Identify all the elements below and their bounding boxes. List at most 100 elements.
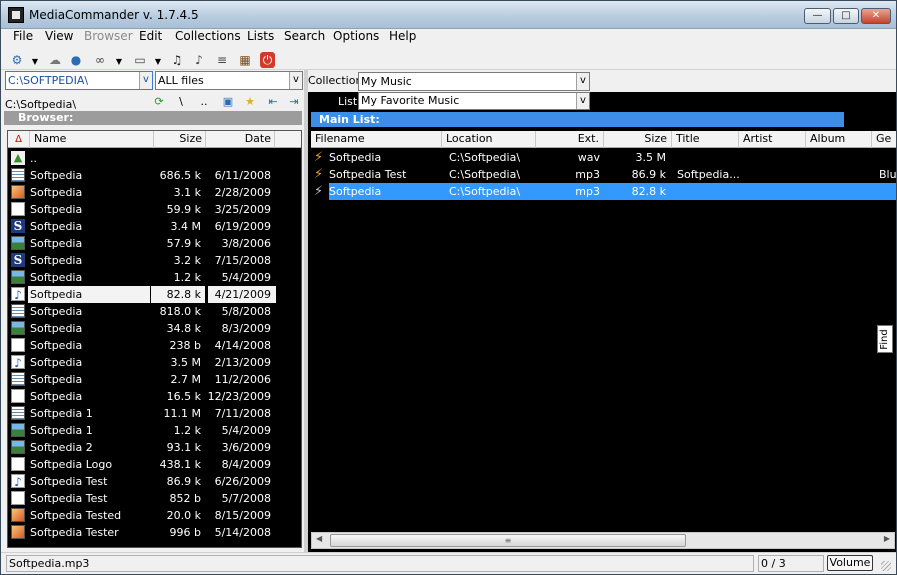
sort-indicator-icon[interactable]: Δ [8,131,30,148]
forward-arrow-icon[interactable]: ⇥ [286,95,302,109]
collection-select[interactable]: My Music v [358,72,590,91]
menu-file[interactable]: File [13,29,33,43]
collection-dropdown-arrow[interactable]: v [576,73,589,90]
file-name: Softpedia [30,390,83,403]
root-dir-button[interactable]: \ [173,95,189,109]
file-row[interactable]: Softpedia 57.9 k 3/8/2006 [8,235,301,252]
file-name: Softpedia Logo [30,458,113,471]
binoculars-icon[interactable]: ∞ [91,52,109,68]
info-db-icon[interactable]: ● [67,52,85,68]
main-list-row[interactable]: ⚡ Softpedia Test C:\Softpedia\ mp3 86.9 k Sof… [311,166,897,183]
column-genre[interactable]: Ge [872,131,896,148]
column-artist[interactable]: Artist [739,131,806,148]
file-name: Softpedia Test [30,492,108,505]
file-date: 8/3/2009 [221,322,271,335]
main-list-horizontal-scrollbar[interactable]: ◀ ≡ ▶ [311,532,895,549]
window-icon[interactable]: ▭ [131,52,149,68]
file-row[interactable]: Softpedia 1 11.1 M 7/11/2008 [8,405,301,422]
main-list-row[interactable]: ⚡ Softpedia C:\Softpedia\ wav 3.5 M [311,149,896,166]
list-select[interactable]: My Favorite Music v [358,92,590,110]
file-row[interactable]: Softpedia 238 b 4/14/2008 [8,337,301,354]
title-bar[interactable]: MediaCommander v. 1.7.4.5 — □ ✕ [1,1,896,29]
file-row[interactable]: Softpedia 16.5 k 12/23/2009 [8,388,301,405]
menu-help[interactable]: Help [389,29,416,43]
file-size: 686.5 k [159,169,201,182]
binoculars-dropdown-icon[interactable]: ▼ [110,52,128,68]
drive-selector[interactable]: C:\SOFTPEDIA\ v [5,71,153,90]
calendar-icon[interactable]: ▦ [236,52,254,68]
file-name: Softpedia [30,186,83,199]
file-row[interactable]: ♪ Softpedia 82.8 k 4/21/2009 [8,286,301,303]
settings-icon[interactable]: ⚙ [8,52,26,68]
menu-collections[interactable]: Collections [175,29,241,43]
scroll-thumb[interactable]: ≡ [330,534,686,547]
convert-icon[interactable]: ♪ [190,52,208,68]
scroll-left-icon[interactable]: ◀ [316,534,322,543]
column-ext[interactable]: Ext. [536,131,604,148]
window-dropdown-icon[interactable]: ▼ [149,52,167,68]
orange-file-icon [11,185,25,199]
menu-edit[interactable]: Edit [139,29,162,43]
column-size[interactable]: Size [604,131,672,148]
file-browser-list[interactable]: Δ Name Size Date ▲ .. Softpedia 686.5 k 6/… [7,130,302,548]
file-row[interactable]: Softpedia 686.5 k 6/11/2008 [8,167,301,184]
column-album[interactable]: Album [806,131,872,148]
settings-dropdown-icon[interactable]: ▼ [26,52,44,68]
volume-button[interactable]: Volume [827,555,873,571]
find-tab[interactable]: Find [877,325,893,353]
menu-view[interactable]: View [45,29,73,43]
column-size[interactable]: Size [154,131,206,148]
rename-icon[interactable]: ≡ [213,52,231,68]
home-icon[interactable]: ▣ [220,95,236,109]
parent-dir-row[interactable]: ▲ .. [8,150,301,167]
back-arrow-icon[interactable]: ⇤ [265,95,281,109]
file-row[interactable]: Softpedia Logo 438.1 k 8/4/2009 [8,456,301,473]
resize-grip-icon[interactable] [881,561,891,571]
file-row[interactable]: Softpedia Tester 996 b 5/14/2008 [8,524,301,541]
parent-dir-button[interactable]: .. [196,95,212,109]
refresh-icon[interactable]: ⟳ [151,95,167,109]
file-name: Softpedia [30,339,83,352]
file-date: 5/4/2009 [221,424,271,437]
close-button[interactable]: ✕ [861,8,891,24]
doc-file-icon [11,457,25,471]
file-size: 3.5 M [170,356,201,369]
scroll-right-icon[interactable]: ▶ [884,534,890,543]
column-title[interactable]: Title [672,131,739,148]
file-row[interactable]: Softpedia 59.9 k 3/25/2009 [8,201,301,218]
column-date[interactable]: Date [206,131,275,148]
list-dropdown-arrow[interactable]: v [576,93,589,109]
file-row[interactable]: Softpedia 3.1 k 2/28/2009 [8,184,301,201]
drive-dropdown-arrow[interactable]: v [139,72,152,89]
collection-bar: Collection: My Music v [308,70,896,92]
file-row[interactable]: Softpedia 2.7 M 11/2/2006 [8,371,301,388]
file-row[interactable]: Softpedia Test 852 b 5/7/2008 [8,490,301,507]
file-row[interactable]: ♪ Softpedia 3.5 M 2/13/2009 [8,354,301,371]
id3-icon[interactable]: ♫ [168,52,186,68]
maximize-button[interactable]: □ [833,8,859,24]
minimize-button[interactable]: — [804,8,831,24]
column-location[interactable]: Location [442,131,536,148]
file-row[interactable]: ♪ Softpedia Test 86.9 k 6/26/2009 [8,473,301,490]
menu-bar: File View Browser Edit Collections Lists… [1,29,896,48]
cloud-icon[interactable]: ☁ [46,52,64,68]
file-row[interactable]: Softpedia Tested 20.0 k 8/15/2009 [8,507,301,524]
exit-icon[interactable]: ⏻ [260,52,275,68]
column-name[interactable]: Name [30,131,154,148]
file-row[interactable]: Softpedia 1 1.2 k 5/4/2009 [8,422,301,439]
file-row[interactable]: S Softpedia 3.4 M 6/19/2009 [8,218,301,235]
menu-options[interactable]: Options [333,29,379,43]
main-list-row[interactable]: ⚡ Softpedia C:\Softpedia\ mp3 82.8 k [311,183,896,200]
file-row[interactable]: S Softpedia 3.2 k 7/15/2008 [8,252,301,269]
menu-lists[interactable]: Lists [247,29,274,43]
doc-file-icon [11,491,25,505]
menu-search[interactable]: Search [284,29,325,43]
column-filename[interactable]: Filename [311,131,442,148]
file-row[interactable]: Softpedia 2 93.1 k 3/6/2009 [8,439,301,456]
file-row[interactable]: Softpedia 34.8 k 8/3/2009 [8,320,301,337]
file-filter-select[interactable]: ALL files v [155,71,303,90]
favorites-star-icon[interactable]: ★ [242,95,258,109]
file-row[interactable]: Softpedia 1.2 k 5/4/2009 [8,269,301,286]
filter-dropdown-arrow[interactable]: v [289,72,302,89]
file-row[interactable]: Softpedia 818.0 k 5/8/2008 [8,303,301,320]
